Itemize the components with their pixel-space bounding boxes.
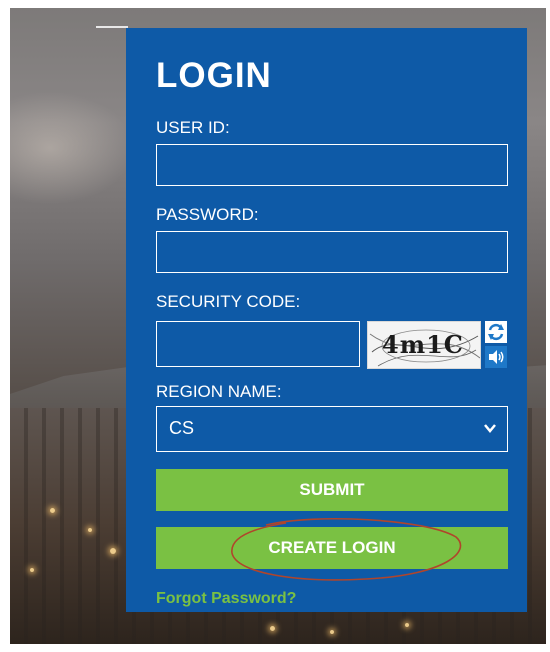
background-light <box>88 528 92 532</box>
background-light <box>50 508 55 513</box>
speaker-icon[interactable] <box>485 346 507 368</box>
background-light <box>270 626 275 631</box>
background-light <box>30 568 34 572</box>
background-light <box>405 623 409 627</box>
captcha-image: 4m1C <box>367 321 481 369</box>
security-code-label: SECURITY CODE: <box>156 292 301 311</box>
background-light <box>330 630 334 634</box>
region-select[interactable]: CS <box>156 406 508 452</box>
background-light <box>110 548 116 554</box>
user-id-field[interactable] <box>156 144 508 186</box>
header-divider <box>96 26 128 28</box>
login-panel: LOGIN USER ID: PASSWORD: SECURITY CODE: … <box>126 28 527 612</box>
login-title: LOGIN <box>156 56 272 95</box>
region-selected-value: CS <box>169 418 195 438</box>
hand-drawn-circle-annotation <box>231 517 462 581</box>
password-label: PASSWORD: <box>156 205 259 224</box>
region-name-label: REGION NAME: <box>156 382 282 401</box>
security-code-field[interactable] <box>156 321 360 367</box>
captcha-text: 4m1C <box>382 330 464 359</box>
forgot-password-link[interactable]: Forgot Password? <box>156 590 296 608</box>
chevron-down-icon <box>483 421 497 440</box>
refresh-icon[interactable] <box>485 321 507 343</box>
submit-button[interactable]: SUBMIT <box>156 469 508 511</box>
password-field[interactable] <box>156 231 508 273</box>
user-id-label: USER ID: <box>156 118 230 137</box>
